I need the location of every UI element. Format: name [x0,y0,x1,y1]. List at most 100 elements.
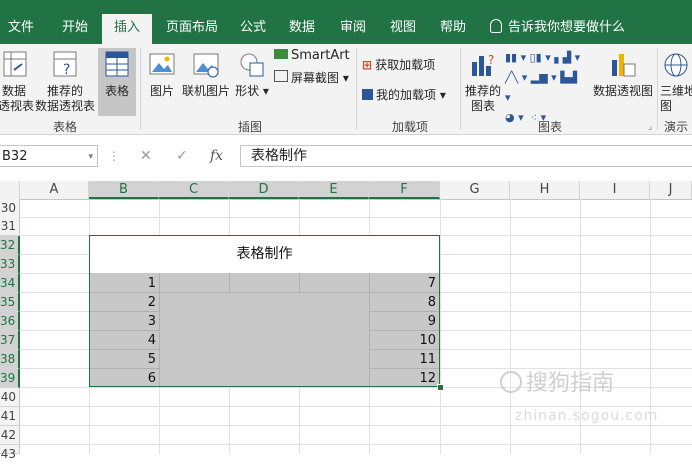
tell-me-label: 告诉我你想要做什么 [508,20,626,35]
watermark-text: 搜狗指南 [526,371,615,396]
formula-bar: B32 ▾ ⋮ ✕ ✓ fx 表格制作 [0,135,692,182]
table-icon [105,51,129,77]
table-button[interactable]: 表格 [98,50,136,99]
lightbulb-icon [490,19,502,33]
tab-page-layout[interactable]: 页面布局 [166,14,218,44]
shapes-button[interactable]: 形状 ▾ [234,50,270,99]
watermark-logo: 搜狗指南 [500,365,614,397]
svg-text:?: ? [63,62,70,78]
column-header-a[interactable]: A [20,181,89,199]
globe-icon [664,53,688,77]
addins-group-label: 加载项 [391,120,428,134]
row-header-35[interactable]: 35 [0,293,20,312]
shapes-label: 形状 ▾ [235,84,269,98]
name-box[interactable]: B32 ▾ [0,145,98,167]
my-addins-button[interactable]: 我的加载项 ▾ [362,88,462,103]
row-header-37[interactable]: 37 [0,331,20,350]
column-header-g[interactable]: G [440,181,510,199]
chart-type-buttons[interactable]: ▮▮ ▾ ▯▮ ▾ ▖▟ ▾ ╱╲ ▾ ▂▆ ▾ ▙▟ ▾ ◕ ▾ ⁖ ▾ [505,48,585,128]
my-addins-icon [362,89,373,100]
tab-file[interactable]: 文件 [8,14,34,44]
recommended-pivot-label: 推荐的 数据透视表 [34,84,95,113]
column-header-j[interactable]: J [650,181,692,199]
insert-function-icon[interactable]: fx [210,145,223,167]
get-addins-label: 获取加载项 [375,58,436,72]
column-header-f[interactable]: F [369,181,440,199]
column-header-b[interactable]: B [89,181,159,199]
row-header-30[interactable]: 30 [0,199,20,218]
separator [460,48,461,130]
svg-text:?: ? [488,53,494,67]
select-all-corner[interactable] [0,181,20,199]
row-header-42[interactable]: 42 [0,426,20,445]
line-chart-icon[interactable]: ╱╲ ▾ [505,71,527,84]
row-header-41[interactable]: 41 [0,407,20,426]
row-header-33[interactable]: 33 [0,255,20,274]
column-chart-icon[interactable]: ▮▮ ▾ [505,51,526,64]
enter-icon[interactable]: ✓ [176,145,188,167]
recommended-pivot-icon: ? [53,51,77,78]
pivot-chart-button[interactable]: 数据透视图 [590,50,656,99]
online-pictures-label: 联机图片 [181,84,230,98]
chevron-down-icon[interactable]: ▾ [88,146,93,168]
row-header-43[interactable]: 43 [0,445,20,461]
column-header-d[interactable]: D [229,181,299,199]
column-header-i[interactable]: I [580,181,650,199]
illustrations-group-label: 插图 [237,120,262,134]
screenshot-label: 屏幕截图 [291,71,340,85]
row-header-34[interactable]: 34 [0,274,20,293]
grid-line [440,199,441,454]
selection-border [89,235,440,387]
separator [140,48,141,130]
online-pictures-button[interactable]: 联机图片 [180,50,232,99]
row-header-31[interactable]: 31 [0,217,20,236]
tab-view[interactable]: 视图 [390,14,416,44]
row-header-32[interactable]: 32 [0,236,20,255]
grid-line [510,199,511,454]
row-header-36[interactable]: 36 [0,312,20,331]
tab-insert[interactable]: 插入 [102,14,152,44]
separator [657,48,658,130]
waterfall-chart-icon[interactable]: ▖▟ ▾ [554,51,580,64]
online-picture-icon [193,53,219,78]
smartart-button[interactable]: SmartArt [274,48,354,63]
statistic-chart-icon[interactable]: ▂▆ ▾ [531,71,557,84]
pivot-table-icon [3,51,27,77]
table-label: 表格 [104,84,129,98]
tell-me-box[interactable]: 告诉我你想要做什么 [490,14,625,44]
column-header-e[interactable]: E [299,181,369,199]
pictures-button[interactable]: 图片 [145,50,179,99]
fill-handle[interactable] [437,384,444,391]
formula-input[interactable]: 表格制作 [240,145,692,167]
3d-map-button[interactable]: 三维地 图 [660,50,692,114]
pie-chart-icon[interactable]: ◕ ▾ [505,111,524,124]
smartart-icon [274,49,288,59]
pivot-table-label: 数据 透视表 [0,84,35,113]
charts-dialog-launcher-icon[interactable]: ⌟ [644,120,656,135]
column-header-h[interactable]: H [510,181,580,199]
name-box-value: B32 [2,149,28,164]
hierarchy-chart-icon[interactable]: ▯▮ ▾ [530,51,551,64]
screenshot-button[interactable]: 屏幕截图 ▾ [274,70,364,86]
grid-line [20,444,692,445]
row-header-38[interactable]: 38 [0,350,20,369]
grid-line [20,217,692,218]
recommended-pivot-button[interactable]: ? 推荐的 数据透视表 [34,50,96,114]
more-dots-icon[interactable]: ⋮ [108,145,120,167]
pivot-table-button[interactable]: 数据 透视表 [0,50,35,114]
tab-formulas[interactable]: 公式 [240,14,266,44]
row-header-40[interactable]: 40 [0,388,20,407]
column-header-c[interactable]: C [159,181,229,199]
get-addins-button[interactable]: ⊞ 获取加载项 [362,58,452,73]
tab-data[interactable]: 数据 [289,14,315,44]
tab-help[interactable]: 帮助 [440,14,466,44]
picture-icon [149,53,175,75]
row-header-39[interactable]: 39 [0,369,20,388]
tab-review[interactable]: 审阅 [340,14,366,44]
recommended-charts-button[interactable]: ? 推荐的 图表 [464,50,502,114]
watermark-subtext: zhinan.sogou.com [515,408,659,424]
cancel-icon[interactable]: ✕ [140,145,152,167]
pictures-label: 图片 [149,84,174,98]
screenshot-icon [274,70,288,82]
tab-home[interactable]: 开始 [62,14,88,44]
